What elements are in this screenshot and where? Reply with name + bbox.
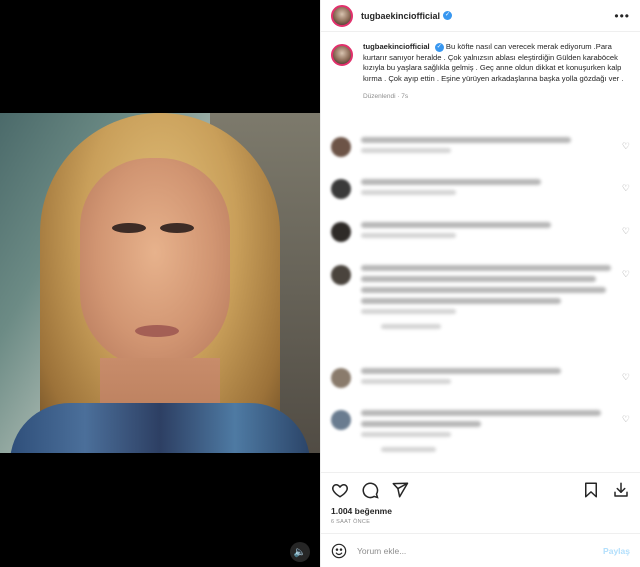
comment-content [361,368,630,389]
blurred-comment-text [361,421,481,427]
comment-like-heart-icon[interactable]: ♡ [622,226,630,237]
post-actions-bar [321,472,640,506]
post-header: tugbaekinciofficial ✓ ••• [321,0,640,32]
likes-count[interactable]: 1.004 beğenme [321,506,640,516]
comments-section[interactable]: tugbaekinciofficial ✓ Bu köfte nasıl can… [321,32,640,472]
comment-content [361,222,630,243]
caption-edited-meta: Düzenlendi · 7s [363,93,409,100]
comment-avatar[interactable] [331,137,351,157]
comment-avatar[interactable] [331,265,351,285]
comment-like-heart-icon[interactable]: ♡ [622,372,630,383]
comment-like-heart-icon[interactable]: ♡ [622,269,630,280]
post-caption: tugbaekinciofficial ✓ Bu köfte nasıl can… [331,42,630,103]
blurred-comment-meta [361,190,456,195]
comment-content [361,137,630,158]
post-timestamp[interactable]: 6 SAAT ÖNCE [321,516,640,533]
comment-item: ♡ [331,265,630,334]
comment-like-heart-icon[interactable]: ♡ [622,183,630,194]
blurred-comment-text [361,137,571,143]
blurred-view-replies[interactable] [381,324,441,329]
share-comment-button[interactable]: Paylaş [603,546,630,556]
blurred-comment-meta [361,148,451,153]
comment-like-heart-icon[interactable]: ♡ [622,141,630,152]
blurred-comment-text [361,179,541,185]
comment-item: ♡ [331,179,630,200]
comment-content [361,265,630,334]
photo-clothing [10,403,310,453]
comment-item: ♡ [331,368,630,389]
blurred-comment-meta [361,379,451,384]
comment-item: ♡ [331,410,630,457]
author-avatar[interactable] [331,4,353,27]
verified-badge-icon: ✓ [443,11,453,20]
caption-body: tugbaekinciofficial ✓ Bu köfte nasıl can… [363,42,625,103]
blurred-comment-meta [361,432,451,437]
more-horizontal-icon[interactable]: ••• [614,9,630,23]
speaker-icon[interactable]: 🔈 [290,542,310,562]
comment-content [361,179,630,200]
comment-like-heart-icon[interactable]: ♡ [622,414,630,425]
comment-item: ♡ [331,137,630,158]
author-username[interactable]: tugbaekinciofficial [361,11,440,21]
emoji-icon[interactable] [331,543,347,559]
blurred-view-replies[interactable] [381,447,436,452]
post-side-panel: tugbaekinciofficial ✓ ••• tugbaekincioff… [320,0,640,567]
caption-verified-badge-icon: ✓ [434,42,444,52]
comment-avatar[interactable] [331,179,351,199]
comment-input[interactable] [357,545,604,556]
post-actions-right [582,481,630,499]
blurred-comment-meta [361,309,456,314]
heart-icon[interactable] [331,481,349,499]
comment-avatar[interactable] [331,222,351,242]
comment-composer: Paylaş [321,533,640,567]
instagram-post-window: 🔈 tugbaekinciofficial ✓ ••• tugbaekincio… [0,0,640,567]
comment-icon[interactable] [361,481,379,499]
bookmark-icon[interactable] [582,481,600,499]
caption-username[interactable]: tugbaekinciofficial [363,42,430,51]
blurred-comment-text [361,298,561,304]
send-icon[interactable] [391,481,409,499]
comment-avatar[interactable] [331,410,351,430]
comment-content [361,410,630,457]
caption-author-avatar[interactable] [331,44,353,66]
download-icon[interactable] [612,481,630,499]
blurred-comment-text [361,265,611,271]
post-media[interactable]: 🔈 [0,0,320,567]
blurred-comment-text [361,287,606,293]
blurred-comment-text [361,410,601,416]
blurred-comment-text [361,222,551,228]
post-photo[interactable] [0,113,320,453]
comment-item: ♡ [331,222,630,243]
blurred-comment-text [361,368,561,374]
photo-eye-right [160,223,194,233]
photo-mouth [135,325,179,337]
photo-eye-left [112,223,146,233]
blurred-comment-text [361,276,596,282]
comment-avatar[interactable] [331,368,351,388]
blurred-comment-meta [361,233,456,238]
